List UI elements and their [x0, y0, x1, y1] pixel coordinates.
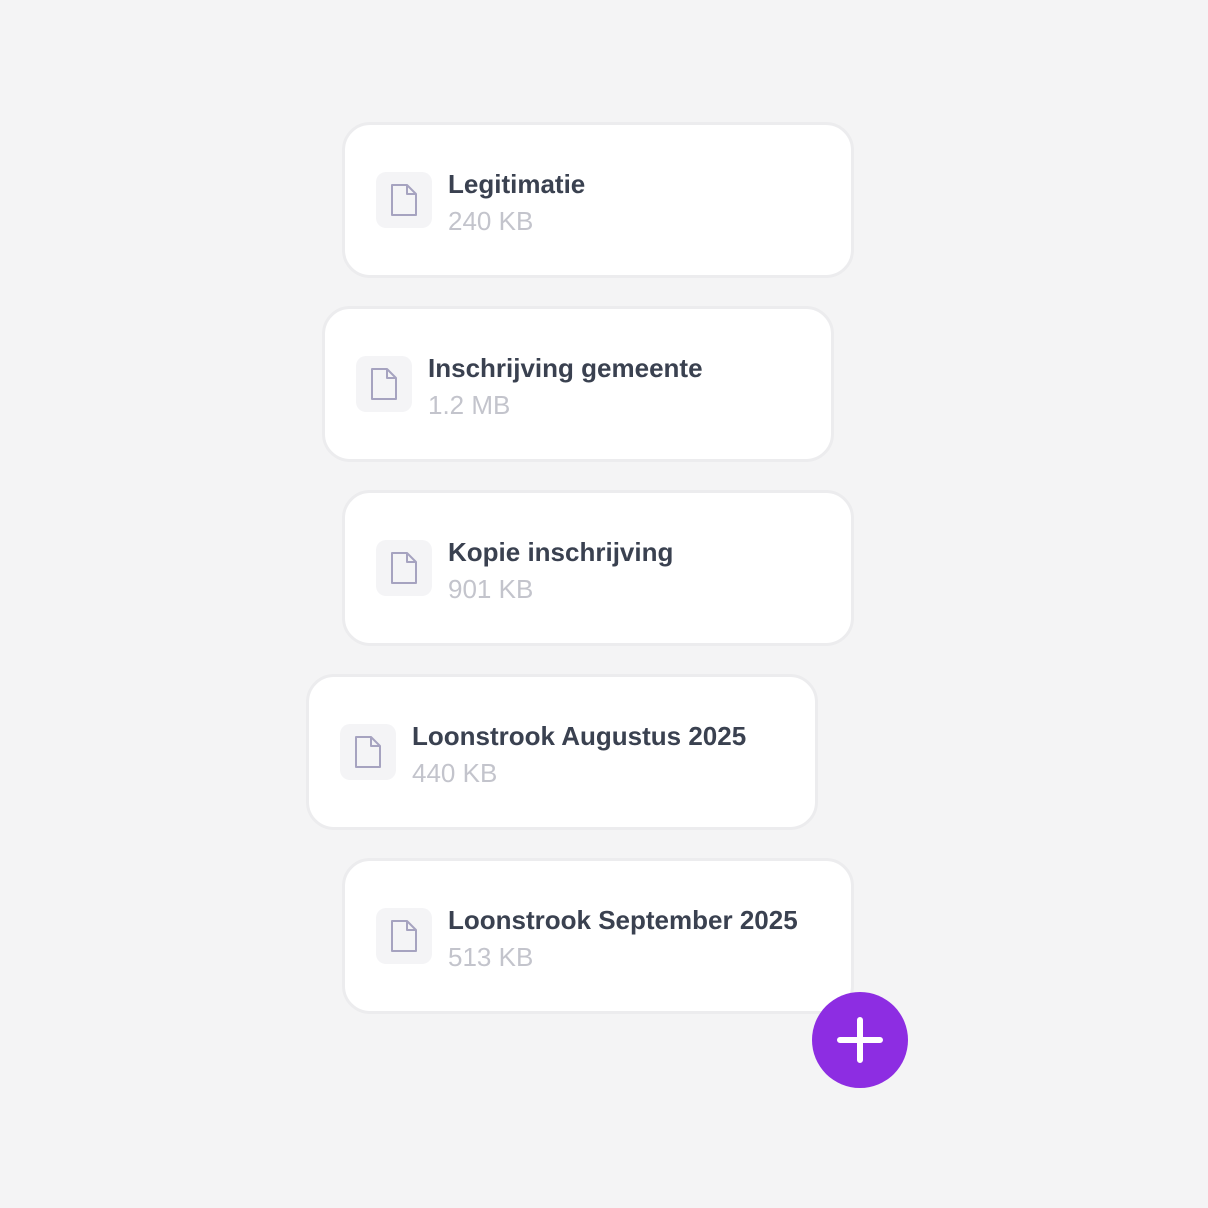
file-size: 901 KB: [448, 574, 534, 604]
file-size: 1.2 MB: [428, 390, 511, 420]
file-card-loonstrook-september[interactable]: Loonstrook September 2025 513 KB: [342, 858, 854, 1014]
document-icon: [376, 908, 432, 964]
file-name: Legitimatie: [448, 169, 586, 199]
file-card-inschrijving-gemeente[interactable]: Inschrijving gemeente 1.2 MB: [322, 306, 834, 462]
file-size: 440 KB: [412, 758, 498, 788]
document-icon: [376, 172, 432, 228]
document-icon: [340, 724, 396, 780]
file-size: 513 KB: [448, 942, 534, 972]
file-name: Loonstrook September 2025: [448, 905, 798, 935]
file-card-legitimatie[interactable]: Legitimatie 240 KB: [342, 122, 854, 278]
file-card-kopie-inschrijving[interactable]: Kopie inschrijving 901 KB: [342, 490, 854, 646]
plus-icon: [837, 1017, 883, 1063]
file-name: Inschrijving gemeente: [428, 353, 703, 383]
document-icon: [376, 540, 432, 596]
document-icon: [356, 356, 412, 412]
file-name: Loonstrook Augustus 2025: [412, 721, 747, 751]
add-file-button[interactable]: [812, 992, 908, 1088]
file-size: 240 KB: [448, 206, 534, 236]
file-card-loonstrook-augustus[interactable]: Loonstrook Augustus 2025 440 KB: [306, 674, 818, 830]
file-name: Kopie inschrijving: [448, 537, 674, 567]
